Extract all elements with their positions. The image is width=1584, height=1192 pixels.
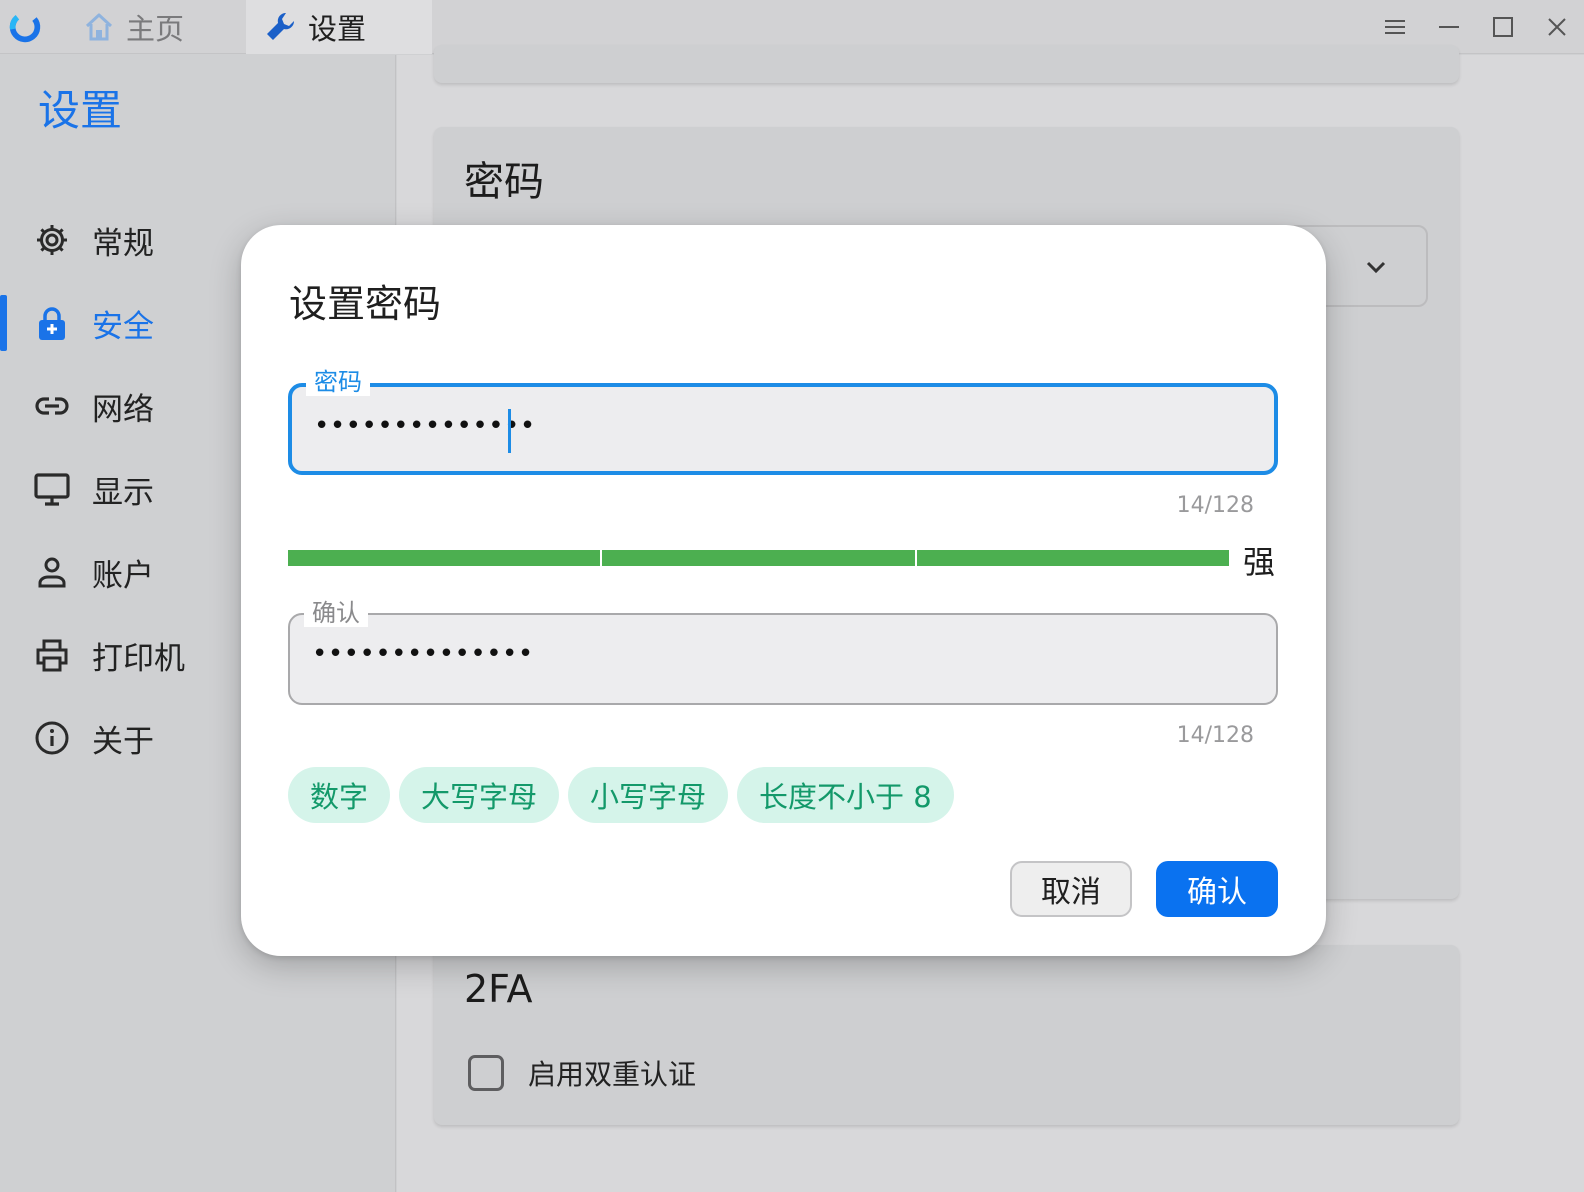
requirement-chip-length: 长度不小于 8 bbox=[737, 767, 954, 823]
text-caret bbox=[508, 409, 511, 453]
twofa-card: 2FA 启用双重认证 bbox=[434, 945, 1459, 1125]
wrench-icon bbox=[267, 12, 295, 40]
confirm-char-counter: 14/128 bbox=[1176, 723, 1254, 748]
requirement-chip-uppercase: 大写字母 bbox=[399, 767, 560, 823]
password-field[interactable]: 密码 •••••••••••••• bbox=[288, 368, 1278, 475]
password-card-title: 密码 bbox=[464, 159, 544, 205]
tab-home-label: 主页 bbox=[126, 12, 185, 46]
password-field-value: •••••••••••••• bbox=[314, 411, 536, 441]
window-minimize-button[interactable] bbox=[1430, 8, 1468, 46]
menu-icon bbox=[1385, 20, 1405, 34]
link-icon bbox=[35, 397, 69, 415]
monitor-icon bbox=[34, 473, 70, 506]
enable-2fa-checkbox[interactable] bbox=[468, 1055, 504, 1091]
strength-segment bbox=[288, 550, 601, 566]
confirm-password-field[interactable]: 确认 •••••••••••••• bbox=[288, 599, 1278, 705]
home-icon bbox=[85, 13, 113, 41]
window-maximize-button[interactable] bbox=[1484, 8, 1522, 46]
confirm-field-label: 确认 bbox=[304, 599, 368, 627]
cancel-button[interactable]: 取消 bbox=[1010, 861, 1132, 917]
lock-icon bbox=[39, 307, 65, 340]
confirm-field-value: •••••••••••••• bbox=[312, 639, 534, 669]
tab-home[interactable]: 主页 bbox=[68, 0, 246, 54]
set-password-dialog: 设置密码 密码 •••••••••••••• 14/128 强 确认 •••••… bbox=[241, 225, 1326, 956]
enable-2fa-label: 启用双重认证 bbox=[528, 1058, 697, 1091]
sidebar-item-label: 账户 bbox=[92, 557, 154, 594]
app-logo-icon bbox=[9, 11, 41, 43]
window-close-button[interactable] bbox=[1538, 8, 1576, 46]
requirement-chip-digits: 数字 bbox=[288, 767, 391, 823]
printer-icon bbox=[36, 639, 68, 672]
requirement-chip-lowercase: 小写字母 bbox=[568, 767, 729, 823]
chevron-down-icon bbox=[1366, 261, 1386, 274]
dialog-title: 设置密码 bbox=[289, 282, 442, 326]
twofa-card-title: 2FA bbox=[464, 967, 533, 1011]
password-field-label: 密码 bbox=[306, 368, 370, 396]
sidebar-item-label: 网络 bbox=[92, 391, 154, 428]
sidebar-title: 设置 bbox=[38, 86, 123, 135]
sidebar-item-label: 安全 bbox=[92, 308, 154, 345]
previous-card bbox=[434, 45, 1459, 83]
strength-label: 强 bbox=[1243, 543, 1276, 581]
minimize-icon bbox=[1439, 26, 1459, 28]
tab-settings-label: 设置 bbox=[308, 12, 367, 46]
tab-settings[interactable]: 设置 bbox=[246, 0, 432, 54]
gear-icon bbox=[37, 225, 67, 255]
maximize-icon bbox=[1493, 17, 1513, 37]
sidebar-item-label: 常规 bbox=[92, 225, 154, 262]
requirement-chips: 数字 大写字母 小写字母 长度不小于 8 bbox=[288, 767, 963, 823]
password-char-counter: 14/128 bbox=[1176, 493, 1254, 518]
sidebar-item-label: 打印机 bbox=[92, 640, 185, 677]
close-icon bbox=[1548, 18, 1566, 36]
sidebar-item-label: 关于 bbox=[92, 723, 154, 760]
active-indicator bbox=[0, 295, 7, 351]
strength-segment bbox=[602, 550, 915, 566]
strength-segment bbox=[916, 550, 1229, 566]
confirm-button[interactable]: 确认 bbox=[1156, 861, 1278, 917]
info-icon bbox=[35, 721, 69, 755]
enable-2fa-row[interactable]: 启用双重认证 bbox=[468, 1053, 696, 1093]
strength-meter bbox=[288, 550, 1229, 566]
window-menu-button[interactable] bbox=[1376, 8, 1414, 46]
sidebar-item-label: 显示 bbox=[92, 474, 154, 511]
user-icon bbox=[38, 557, 66, 588]
